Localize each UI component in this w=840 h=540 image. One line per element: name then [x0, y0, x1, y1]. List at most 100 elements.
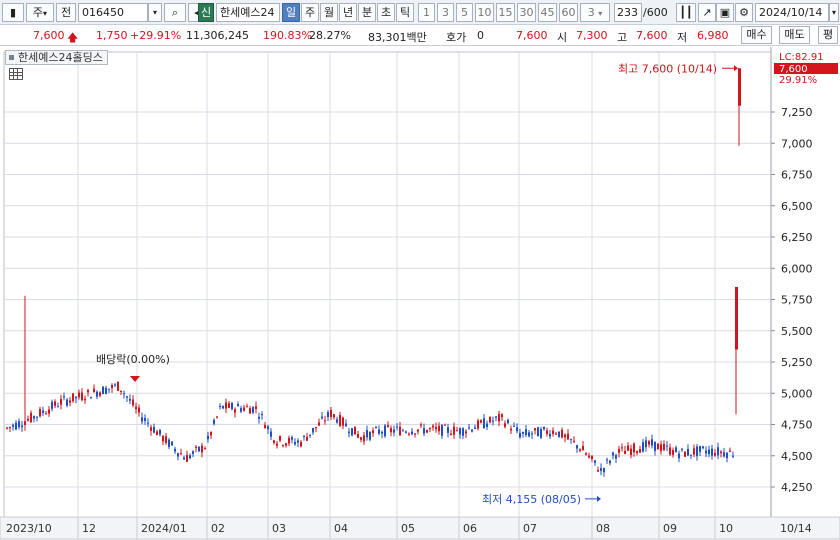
candle-body: [519, 432, 521, 438]
candle-body: [258, 416, 260, 419]
candle-body: [396, 426, 398, 428]
candle-body: [390, 428, 392, 433]
stock-name-field[interactable]: 한세예스24: [216, 3, 280, 22]
candle-body: [594, 460, 596, 463]
interval-60[interactable]: 60: [559, 3, 578, 22]
interval-1[interactable]: 1: [418, 3, 435, 22]
window-menu-icon[interactable]: ▮: [2, 3, 24, 22]
candle-body: [726, 452, 728, 459]
candle-body: [312, 427, 314, 433]
tab-yearly[interactable]: 년: [339, 3, 357, 22]
candle-body: [483, 418, 485, 429]
tab-tick[interactable]: 틱: [396, 3, 414, 22]
candle-body: [285, 443, 287, 446]
candle-body: [411, 431, 413, 435]
interval-30[interactable]: 30: [517, 3, 536, 22]
candle-body: [378, 429, 380, 434]
candle-body: [51, 401, 53, 409]
tab-minute[interactable]: 분: [358, 3, 376, 22]
chart-title-chip[interactable]: 한세예스24홀딩스: [5, 50, 108, 65]
candle-body: [21, 425, 23, 428]
interval-select[interactable]: 3 ▾: [580, 3, 610, 22]
hoga-price: 7,600: [516, 29, 548, 42]
candle-body: [456, 430, 458, 432]
candle-body: [282, 445, 284, 447]
bar-count-input[interactable]: 233: [614, 3, 642, 22]
interval-5[interactable]: 5: [456, 3, 473, 22]
date-picker-icon[interactable]: ▾: [829, 3, 839, 22]
candle-body: [54, 401, 56, 406]
sell-button[interactable]: 매도: [779, 26, 810, 44]
average-button[interactable]: 평: [818, 26, 838, 44]
y-tick-label: 4,500: [781, 450, 813, 463]
candle-body: [438, 425, 440, 432]
candle-body: [45, 413, 47, 415]
candle-body: [210, 431, 212, 436]
interval-10[interactable]: 10: [475, 3, 494, 22]
candle-body: [99, 392, 101, 396]
candle-body: [306, 436, 308, 441]
save-icon[interactable]: ▣: [716, 3, 734, 22]
candle-body: [111, 384, 113, 389]
candle-body: [156, 431, 158, 436]
candle-body: [474, 427, 476, 429]
candle-body: [360, 437, 362, 440]
candle-body: [351, 428, 353, 436]
candle-body: [702, 446, 704, 449]
market-select[interactable]: 주▾: [26, 3, 54, 22]
draw-tool-icon[interactable]: ↗: [698, 3, 716, 22]
candle-body: [303, 435, 305, 437]
candle-type-icon[interactable]: ┃┃: [676, 3, 696, 22]
settings-icon[interactable]: ⚙: [735, 3, 753, 22]
turnover-rate: 28.27%: [309, 29, 351, 42]
tab-daily[interactable]: 일: [282, 3, 300, 22]
candle-body: [501, 414, 503, 418]
candle-body: [216, 416, 218, 418]
candle-body: [573, 440, 575, 442]
stock-code-input[interactable]: 016450: [78, 3, 148, 22]
candle-body: [174, 448, 176, 452]
candle-body: [336, 419, 338, 423]
tab-weekly[interactable]: 주: [301, 3, 319, 22]
candle-body: [417, 429, 419, 432]
candle-body: [555, 433, 557, 435]
x-tick-label: 2024/01: [141, 522, 187, 535]
candle-body: [603, 468, 605, 473]
x-tick-label: 07: [523, 522, 537, 535]
candle-body: [75, 396, 77, 399]
candle-body: [513, 425, 515, 427]
interval-3[interactable]: 3: [437, 3, 454, 22]
candle-body: [567, 433, 569, 440]
candle-body: [225, 402, 227, 409]
date-input[interactable]: 2024/10/14: [755, 3, 829, 22]
price-chart[interactable]: 7,250 7,000 6,750 6,500 6,250 6,000 5,750 5,500…: [0, 47, 840, 540]
interval-15[interactable]: 15: [496, 3, 515, 22]
code-dropdown-icon[interactable]: ▾: [148, 3, 162, 22]
candle-body: [675, 447, 677, 453]
candle-body: [72, 393, 74, 402]
candle-body: [330, 409, 332, 417]
candle-body: [162, 435, 164, 442]
buy-button[interactable]: 매수: [741, 26, 772, 44]
y-tick-label: 5,500: [781, 325, 813, 338]
candle-body: [234, 409, 236, 413]
x-tick-label: 06: [463, 522, 477, 535]
candle-body: [546, 430, 548, 435]
price-type-select[interactable]: 전: [56, 3, 76, 22]
price-change-pct: +29.91%: [130, 29, 182, 42]
x-tick-label: 05: [401, 522, 415, 535]
candle-body: [36, 416, 38, 418]
candle-body: [738, 68, 741, 106]
interval-45[interactable]: 45: [538, 3, 557, 22]
table-icon[interactable]: [9, 68, 23, 80]
tab-second[interactable]: 초: [377, 3, 395, 22]
volume-ratio: 190.83%: [263, 29, 312, 42]
search-icon[interactable]: ⌕: [164, 3, 186, 22]
trade-amount: 83,301백만: [368, 31, 427, 44]
candle-body: [201, 445, 203, 453]
tab-monthly[interactable]: 월: [320, 3, 338, 22]
x-tick-label: 2023/10: [6, 522, 52, 535]
open-label: 시: [557, 31, 568, 44]
candle-body: [720, 451, 722, 454]
candle-body: [87, 389, 89, 393]
